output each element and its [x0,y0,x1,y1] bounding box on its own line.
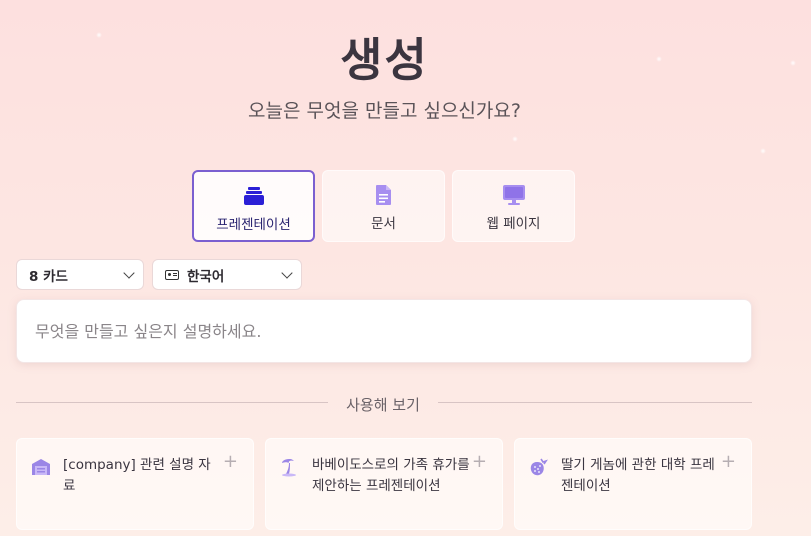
divider-line [438,402,752,403]
tab-presentation[interactable]: 프레젠테이션 [192,170,315,242]
sparkle-decoration [790,60,796,66]
building-icon [31,457,51,477]
divider-line [16,402,328,403]
plus-icon: + [720,451,736,472]
sparkle-decoration [760,148,766,154]
tab-webpage[interactable]: 웹 페이지 [452,170,575,242]
example-card-text: [company] 관련 설명 자료 [63,457,211,494]
palm-tree-icon [280,457,300,477]
card-count-value: 8 카드 [29,268,68,285]
card-count-select[interactable]: 8 카드 [16,259,144,290]
language-value: 한국어 [187,268,225,285]
plus-icon: + [471,451,487,472]
prompt-box [16,299,752,363]
example-card-text: 바베이도스로의 가족 휴가를 제안하는 프레젠테이션 [312,457,470,494]
tab-document[interactable]: 문서 [322,170,445,242]
example-card[interactable]: [company] 관련 설명 자료 + [16,438,254,530]
chevron-down-icon [281,266,293,279]
tab-label: 웹 페이지 [486,216,541,232]
tab-label: 프레젠테이션 [216,217,291,233]
example-card-text: 딸기 게놈에 관한 대학 프레젠테이션 [561,457,715,494]
try-it-label: 사용해 보기 [346,396,420,414]
language-card-icon [165,269,179,280]
example-card[interactable]: 바베이도스로의 가족 휴가를 제안하는 프레젠테이션 + [265,438,503,530]
monitor-icon [502,184,526,206]
tab-label: 문서 [371,216,396,232]
document-icon [375,184,393,206]
prompt-input[interactable] [17,300,751,362]
chevron-down-icon [123,266,135,279]
language-select[interactable]: 한국어 [152,259,302,290]
plus-icon: + [222,451,238,472]
sparkle-decoration [512,136,518,142]
strawberry-icon [529,457,549,477]
page-subtitle: 오늘은 무엇을 만들고 싶으신가요? [248,100,521,122]
page-title: 생성 [340,33,429,87]
example-card[interactable]: 딸기 게놈에 관한 대학 프레젠테이션 + [514,438,752,530]
presentation-stack-icon [243,185,265,207]
